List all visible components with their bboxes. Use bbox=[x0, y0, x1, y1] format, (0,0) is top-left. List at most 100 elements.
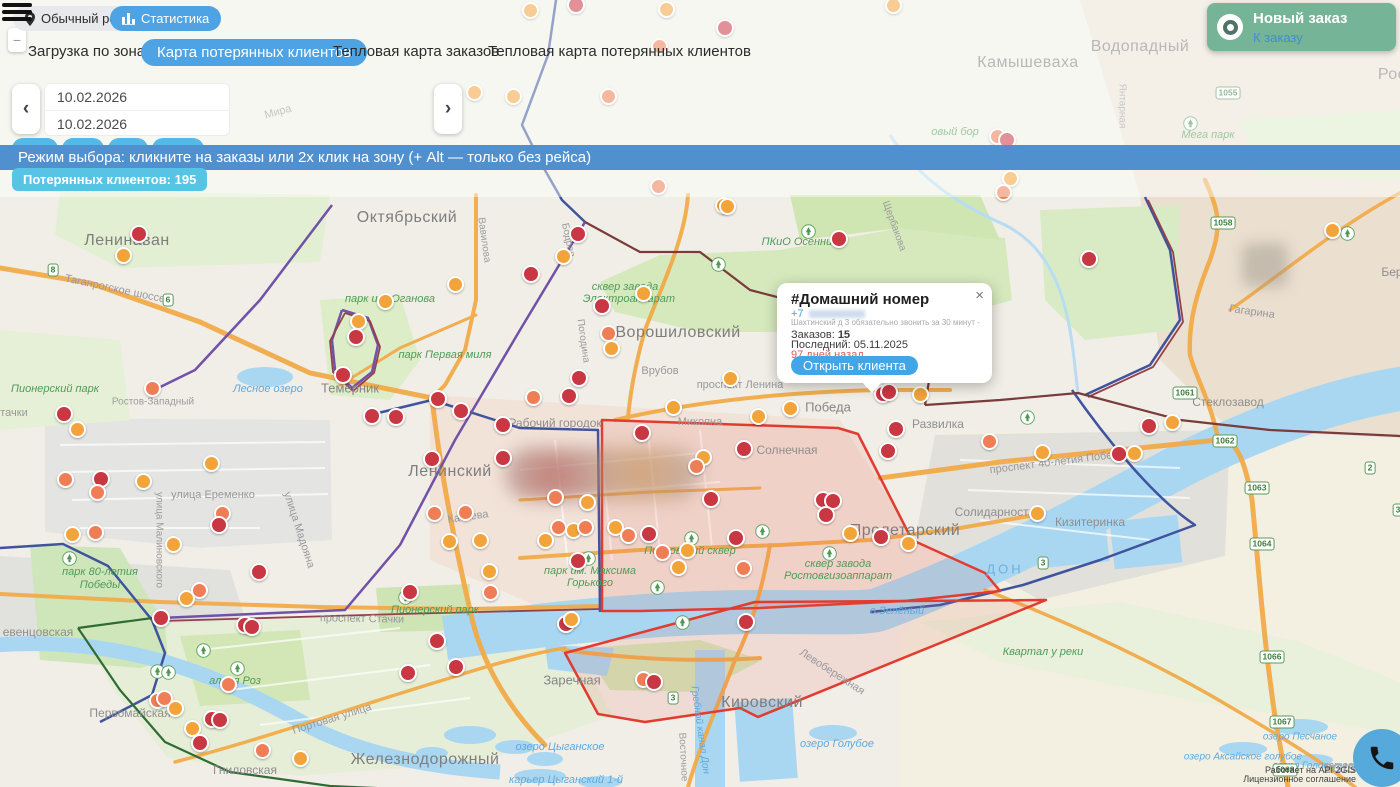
lost-client-dot[interactable] bbox=[334, 366, 352, 384]
lost-client-dot[interactable] bbox=[570, 369, 588, 387]
lost-client-dot[interactable] bbox=[679, 542, 696, 559]
lost-client-dot[interactable] bbox=[447, 658, 465, 676]
lost-client-dot[interactable] bbox=[167, 700, 184, 717]
lost-client-dot[interactable] bbox=[600, 88, 617, 105]
lost-client-dot[interactable] bbox=[144, 380, 161, 397]
lost-client-dot[interactable] bbox=[1140, 417, 1158, 435]
lost-client-dot[interactable] bbox=[900, 535, 917, 552]
lost-client-dot[interactable] bbox=[191, 734, 209, 752]
lost-client-dot[interactable] bbox=[735, 440, 753, 458]
lost-client-dot[interactable] bbox=[428, 632, 446, 650]
lost-client-dot[interactable] bbox=[658, 1, 675, 18]
lost-client-dot[interactable] bbox=[995, 184, 1012, 201]
lost-client-dot[interactable] bbox=[880, 383, 898, 401]
lost-client-dot[interactable] bbox=[567, 0, 585, 14]
lost-client-dot[interactable] bbox=[688, 458, 705, 475]
lost-client-dot[interactable] bbox=[363, 407, 381, 425]
lost-client-dot[interactable] bbox=[716, 19, 734, 37]
lost-client-dot[interactable] bbox=[522, 2, 539, 19]
close-icon[interactable]: × bbox=[975, 287, 984, 304]
lost-client-dot[interactable] bbox=[670, 559, 687, 576]
lost-client-dot[interactable] bbox=[401, 583, 419, 601]
statistics-button[interactable]: Статистика bbox=[110, 6, 221, 31]
lost-client-dot[interactable] bbox=[505, 88, 522, 105]
lost-client-dot[interactable] bbox=[737, 613, 755, 631]
lost-client-dot[interactable] bbox=[399, 664, 417, 682]
lost-client-dot[interactable] bbox=[569, 225, 587, 243]
lost-client-dot[interactable] bbox=[1029, 505, 1046, 522]
lost-client-dot[interactable] bbox=[1126, 445, 1143, 462]
lost-client-dot[interactable] bbox=[981, 433, 998, 450]
lost-client-dot[interactable] bbox=[603, 340, 620, 357]
lost-client-dot[interactable] bbox=[1164, 414, 1181, 431]
lost-client-dot[interactable] bbox=[426, 505, 443, 522]
lost-client-dot[interactable] bbox=[466, 84, 483, 101]
lost-client-dot[interactable] bbox=[64, 526, 81, 543]
lost-client-dot[interactable] bbox=[178, 590, 195, 607]
lost-client-dot[interactable] bbox=[165, 536, 182, 553]
lost-client-dot[interactable] bbox=[547, 489, 564, 506]
lost-client-dot[interactable] bbox=[1034, 444, 1051, 461]
lost-client-dot[interactable] bbox=[1324, 222, 1341, 239]
lost-client-dot[interactable] bbox=[292, 750, 309, 767]
lost-client-dot[interactable] bbox=[879, 442, 897, 460]
go-to-order-link[interactable]: К заказу bbox=[1253, 30, 1303, 45]
new-order-panel[interactable]: Новый заказ К заказу bbox=[1207, 3, 1396, 51]
lost-client-dot[interactable] bbox=[377, 293, 394, 310]
lost-client-dot[interactable] bbox=[243, 618, 261, 636]
lost-client-dot[interactable] bbox=[654, 544, 671, 561]
next-date-button[interactable]: › bbox=[434, 84, 462, 134]
lost-client-dot[interactable] bbox=[452, 402, 470, 420]
lost-client-dot[interactable] bbox=[525, 389, 542, 406]
zoom-out-button[interactable]: − bbox=[8, 28, 26, 52]
lost-client-dot[interactable] bbox=[885, 0, 902, 14]
lost-client-dot[interactable] bbox=[429, 390, 447, 408]
lost-client-dot[interactable] bbox=[347, 328, 365, 346]
date-to-input[interactable]: 10.02.2026 bbox=[45, 111, 229, 137]
lost-client-dot[interactable] bbox=[563, 611, 580, 628]
lost-client-dot[interactable] bbox=[472, 532, 489, 549]
lost-client-dot[interactable] bbox=[482, 584, 499, 601]
lost-client-dot[interactable] bbox=[560, 387, 578, 405]
lost-client-dot[interactable] bbox=[494, 416, 512, 434]
lost-client-dot[interactable] bbox=[702, 490, 720, 508]
lost-client-dot[interactable] bbox=[620, 527, 637, 544]
lost-client-dot[interactable] bbox=[635, 285, 652, 302]
lost-client-dot[interactable] bbox=[250, 563, 268, 581]
lost-client-dot[interactable] bbox=[522, 265, 540, 283]
lost-client-dot[interactable] bbox=[830, 230, 848, 248]
lost-client-dot[interactable] bbox=[115, 247, 132, 264]
lost-client-dot[interactable] bbox=[152, 609, 170, 627]
lost-client-dot[interactable] bbox=[912, 386, 929, 403]
lost-client-dot[interactable] bbox=[203, 455, 220, 472]
lost-client-dot[interactable] bbox=[727, 529, 745, 547]
lost-client-dot[interactable] bbox=[722, 370, 739, 387]
lost-client-dot[interactable] bbox=[817, 506, 835, 524]
lost-client-dot[interactable] bbox=[69, 421, 86, 438]
lost-client-dot[interactable] bbox=[650, 178, 667, 195]
lost-client-dot[interactable] bbox=[640, 525, 658, 543]
lost-client-dot[interactable] bbox=[593, 297, 611, 315]
lost-client-dot[interactable] bbox=[441, 533, 458, 550]
lost-client-dot[interactable] bbox=[633, 424, 651, 442]
lost-client-dot[interactable] bbox=[665, 399, 682, 416]
lost-client-dot[interactable] bbox=[254, 742, 271, 759]
lost-client-dot[interactable] bbox=[211, 711, 229, 729]
lost-client-dot[interactable] bbox=[887, 420, 905, 438]
lost-client-dot[interactable] bbox=[387, 408, 405, 426]
menu-icon[interactable] bbox=[2, 3, 32, 24]
lost-client-dot[interactable] bbox=[447, 276, 464, 293]
lost-client-dot[interactable] bbox=[750, 408, 767, 425]
lost-client-dot[interactable] bbox=[55, 405, 73, 423]
lost-client-dot[interactable] bbox=[782, 400, 799, 417]
prev-date-button[interactable]: ‹ bbox=[12, 84, 40, 134]
lost-client-dot[interactable] bbox=[57, 471, 74, 488]
lost-client-dot[interactable] bbox=[130, 225, 148, 243]
lost-client-dot[interactable] bbox=[872, 528, 890, 546]
lost-client-dot[interactable] bbox=[569, 552, 587, 570]
open-client-button[interactable]: Открыть клиента bbox=[791, 356, 918, 375]
lost-client-dot[interactable] bbox=[577, 519, 594, 536]
tab-lost-clients-heatmap[interactable]: Тепловая карта потерянных клиентов bbox=[488, 43, 751, 60]
lost-client-dot[interactable] bbox=[719, 198, 736, 215]
lost-client-dot[interactable] bbox=[1080, 250, 1098, 268]
